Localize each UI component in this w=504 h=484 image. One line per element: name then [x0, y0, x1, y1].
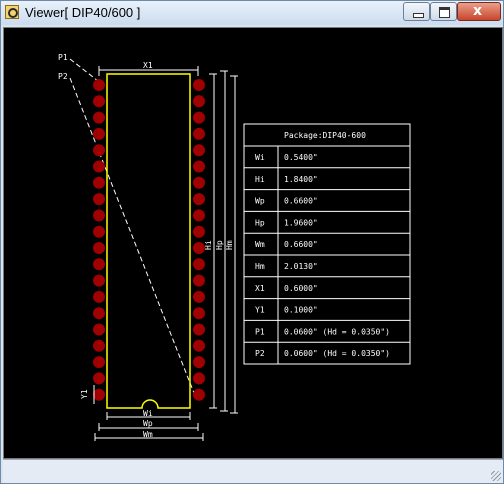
pad: [93, 258, 105, 271]
hi-label: Hi: [204, 240, 213, 250]
pad: [93, 160, 105, 173]
y1-label: Y1: [80, 389, 89, 399]
pad: [93, 95, 105, 108]
resize-grip[interactable]: [491, 471, 501, 481]
pad: [93, 144, 105, 157]
table-row-value: 0.0600" (Hd = 0.0350"): [284, 327, 390, 336]
table-row-key: X1: [255, 284, 265, 293]
p2-label: P2: [58, 72, 68, 81]
table-row-key: Wp: [255, 197, 265, 206]
pad: [93, 225, 105, 238]
pad: [193, 225, 205, 238]
table-row-key: P1: [255, 327, 265, 336]
table-row-value: 0.6600": [284, 197, 318, 206]
pad: [93, 274, 105, 287]
maximize-icon: [439, 7, 450, 18]
pad: [93, 356, 105, 369]
pad: [93, 323, 105, 336]
pad: [93, 290, 105, 303]
pad: [193, 95, 205, 108]
pad: [193, 274, 205, 287]
close-button[interactable]: x: [457, 2, 501, 21]
pad-group: [93, 79, 205, 401]
pad: [93, 388, 105, 401]
pad: [193, 323, 205, 336]
pad: [93, 176, 105, 189]
window-title: Viewer[ DIP40/600 ]: [25, 5, 141, 20]
hm-label: Hm: [225, 240, 234, 250]
pad: [193, 176, 205, 189]
pad: [193, 307, 205, 320]
table-row-value: 0.5400": [284, 153, 318, 162]
table-header: Package:DIP40-600: [284, 131, 366, 140]
table-row-key: Wi: [255, 153, 265, 162]
table-row-key: Hp: [255, 218, 265, 227]
pad: [193, 144, 205, 157]
p1-label: P1: [58, 53, 68, 62]
magnifier-icon: [5, 5, 19, 19]
title-bar[interactable]: Viewer[ DIP40/600 ] x: [1, 1, 503, 25]
table-row-key: P2: [255, 349, 265, 358]
table-row-value: 1.9600": [284, 218, 318, 227]
hp-label: Hp: [215, 240, 224, 250]
pad: [193, 160, 205, 173]
pad: [93, 339, 105, 352]
table-row-value: 1.8400": [284, 175, 318, 184]
parameter-table: Package:DIP40-600 Wi 0.5400" Hi 1.8400" Wp 0.…: [243, 123, 411, 365]
pad: [93, 111, 105, 124]
pad: [93, 79, 105, 91]
pad: [93, 307, 105, 320]
minimize-icon: [413, 13, 424, 18]
pad: [93, 242, 105, 254]
table-row-key: Y1: [255, 306, 265, 315]
wi-label: Wi: [143, 409, 153, 418]
pad: [93, 209, 105, 222]
pad: [193, 79, 205, 91]
pad: [193, 127, 205, 140]
wp-label: Wp: [143, 419, 153, 428]
minimize-button[interactable]: [403, 2, 430, 21]
close-icon: x: [473, 3, 483, 19]
footprint-drawing: P1 P2 X1 Y1 Hi Hp Hm Wi Wp Wm Package:DI…: [58, 53, 411, 441]
pad: [193, 372, 205, 385]
table-row-key: Wm: [255, 240, 265, 249]
table-row-value: 0.1000": [284, 306, 318, 315]
table-row-value: 0.0600" (Hd = 0.0350"): [284, 349, 390, 358]
pad: [193, 258, 205, 271]
drawing-canvas[interactable]: P1 P2 X1 Y1 Hi Hp Hm Wi Wp Wm Package:DI…: [3, 27, 503, 459]
pad: [93, 193, 105, 206]
maximize-button[interactable]: [430, 2, 457, 21]
p1-leader: [69, 58, 99, 82]
pad: [93, 127, 105, 140]
table-rows: Wi 0.5400" Hi 1.8400" Wp 0.6600" Hp 1.9600" Wm 0.…: [244, 153, 410, 358]
p2-leader: [69, 77, 195, 394]
pad: [93, 372, 105, 385]
viewer-window: Viewer[ DIP40/600 ] x P1 P2 X1 Y1 Hi Hp …: [0, 0, 504, 484]
wm-label: Wm: [143, 430, 153, 439]
package-body-outline: [106, 73, 191, 409]
pad: [193, 193, 205, 206]
status-bar: [3, 459, 503, 483]
table-row-value: 0.6000": [284, 284, 318, 293]
pad: [193, 339, 205, 352]
pad: [193, 388, 205, 401]
pad: [193, 209, 205, 222]
pad: [193, 290, 205, 303]
x1-label: X1: [143, 61, 153, 70]
table-row-key: Hi: [255, 175, 265, 184]
table-row-key: Hm: [255, 262, 265, 271]
pad: [193, 356, 205, 369]
table-row-value: 0.6600": [284, 240, 318, 249]
table-row-value: 2.0130": [284, 262, 318, 271]
pad: [193, 111, 205, 124]
